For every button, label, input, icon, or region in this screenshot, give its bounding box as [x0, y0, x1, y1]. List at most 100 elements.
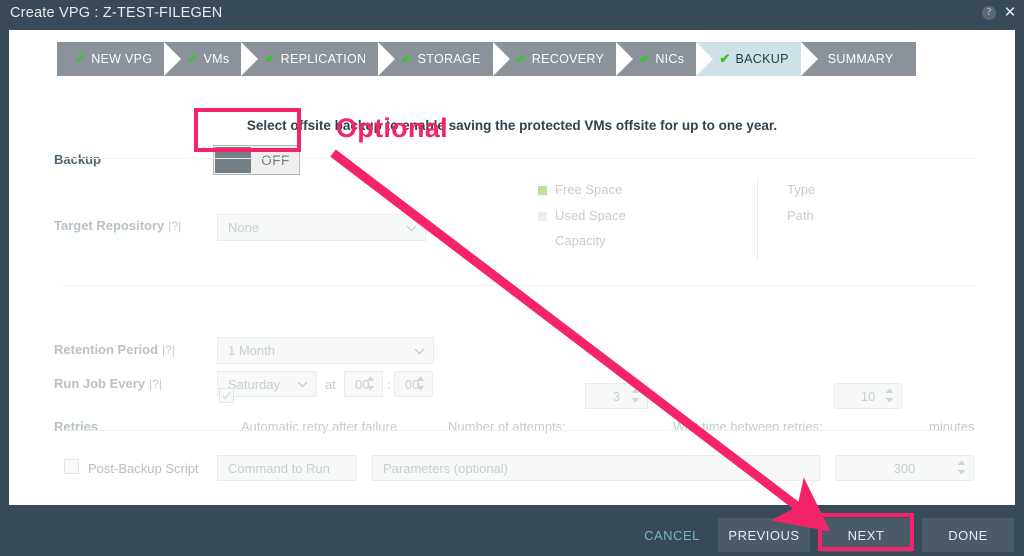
run-job-minute-input[interactable]: 00 — [394, 371, 433, 397]
spinner-arrows-icon[interactable] — [366, 376, 375, 391]
chevron-right-icon — [696, 42, 714, 76]
run-job-every-label: Run Job Every |?| — [54, 376, 162, 391]
post-backup-script-checkbox[interactable] — [64, 459, 79, 474]
capacity-label: Capacity — [555, 233, 606, 248]
chevron-down-icon — [406, 225, 417, 231]
next-button[interactable]: NEXT — [820, 518, 912, 552]
post-backup-script-label: Post-Backup Script — [88, 461, 199, 476]
wizard-step-summary[interactable]: SUMMARY — [801, 42, 916, 76]
dialog-footer: CANCEL PREVIOUS NEXT DONE — [0, 505, 1024, 556]
used-space-label: Used Space — [555, 208, 626, 223]
check-icon: ✔ — [187, 51, 199, 66]
divider-repository — [62, 285, 974, 286]
attempts-input[interactable]: 3 — [585, 383, 648, 409]
target-repository-value: None — [228, 220, 260, 235]
close-icon[interactable]: ✕ — [1003, 5, 1017, 20]
wizard-step-label: RECOVERY — [531, 52, 605, 66]
divider-retries — [62, 430, 974, 431]
check-icon: ✔ — [515, 51, 527, 66]
check-icon: ✔ — [719, 51, 731, 66]
run-job-every-label-text: Run Job Every — [54, 376, 146, 391]
spinner-arrows-icon[interactable] — [416, 376, 425, 391]
wizard-step-label: BACKUP — [735, 52, 789, 66]
wizard-step-new-vpg[interactable]: ✔ NEW VPG — [57, 42, 182, 76]
target-repository-select[interactable]: None — [217, 214, 426, 241]
free-space-swatch-icon — [538, 186, 547, 195]
path-label: Path — [787, 208, 814, 223]
check-icon: ✔ — [639, 51, 651, 66]
retention-period-select[interactable]: 1 Month — [217, 337, 434, 364]
command-to-run-input[interactable]: Command to Run — [217, 455, 357, 481]
previous-button[interactable]: PREVIOUS — [718, 518, 810, 552]
free-space-label: Free Space — [555, 182, 623, 197]
done-button[interactable]: DONE — [922, 518, 1014, 552]
backup-label: Backup — [54, 152, 101, 167]
dialog-titlebar: Create VPG : Z-TEST-FILEGEN ? ✕ — [0, 0, 1024, 30]
chevron-right-icon — [241, 42, 259, 76]
wizard-steps: ✔ NEW VPG ✔ VMs ✔ REPLICATION ✔ STORAGE … — [57, 42, 916, 76]
spinner-arrows-icon[interactable] — [957, 460, 966, 475]
stats-divider — [757, 178, 758, 260]
attempts-value: 3 — [612, 388, 621, 404]
dialog-body: ✔ NEW VPG ✔ VMs ✔ REPLICATION ✔ STORAGE … — [9, 30, 1015, 505]
help-indicator[interactable]: |?| — [162, 343, 175, 357]
create-vpg-dialog: Create VPG : Z-TEST-FILEGEN ? ✕ ✔ NEW VP… — [0, 0, 1024, 556]
automatic-retry-label: Automatic retry after failure — [241, 419, 398, 434]
at-label: at — [325, 377, 336, 392]
wait-time-value: 10 — [860, 388, 876, 404]
page-title: Create VPG : Z-TEST-FILEGEN — [10, 5, 223, 21]
cancel-button[interactable]: CANCEL — [643, 518, 701, 552]
check-icon: ✔ — [75, 51, 87, 66]
help-circle-icon[interactable]: ? — [982, 6, 996, 20]
check-icon: ✔ — [264, 51, 276, 66]
time-separator: : — [387, 377, 391, 392]
toggle-state-label: OFF — [261, 152, 290, 168]
spinner-arrows-icon[interactable] — [631, 388, 640, 403]
automatic-retry-checkbox[interactable] — [219, 388, 234, 403]
chevron-right-icon — [492, 42, 510, 76]
chevron-down-icon — [414, 348, 425, 354]
chevron-right-icon — [164, 42, 182, 76]
wizard-step-storage[interactable]: ✔ STORAGE — [379, 42, 510, 76]
retention-period-label: Retention Period |?| — [54, 342, 175, 357]
run-job-day-value: Saturday — [228, 376, 281, 392]
command-to-run-placeholder: Command to Run — [228, 460, 330, 476]
backup-toggle[interactable]: OFF — [213, 145, 300, 175]
target-repository-label: Target Repository |?| — [54, 218, 181, 233]
annotation-optional-label: Optional — [336, 113, 448, 144]
parameters-input[interactable]: Parameters (optional) — [372, 455, 820, 481]
wait-time-label: Wait time between retries: — [673, 419, 823, 434]
wait-time-unit: minutes — [929, 419, 975, 434]
retention-period-value: 1 Month — [228, 343, 275, 358]
help-indicator[interactable]: |?| — [149, 377, 162, 391]
used-space-swatch-icon — [538, 212, 547, 221]
run-job-hour-input[interactable]: 00 — [344, 371, 383, 397]
wizard-step-label: VMs — [203, 52, 230, 66]
toggle-knob — [215, 147, 251, 173]
chevron-right-icon — [378, 42, 396, 76]
chevron-right-icon — [800, 42, 818, 76]
type-label: Type — [787, 182, 816, 197]
wizard-step-recovery[interactable]: ✔ RECOVERY — [493, 42, 634, 76]
spinner-arrows-icon[interactable] — [885, 388, 894, 403]
wizard-step-label: NEW VPG — [91, 52, 153, 66]
help-indicator[interactable]: |?| — [168, 219, 181, 233]
retries-label: Retries — [54, 419, 99, 434]
titlebar-actions: ? ✕ — [982, 5, 1017, 20]
divider-backup — [62, 158, 974, 159]
wizard-step-label: SUMMARY — [827, 52, 894, 66]
script-timeout-value: 300 — [893, 460, 916, 476]
parameters-placeholder: Parameters (optional) — [383, 460, 508, 476]
wizard-step-replication[interactable]: ✔ REPLICATION — [242, 42, 396, 76]
retention-period-label-text: Retention Period — [54, 342, 159, 357]
attempts-label: Number of attempts: — [448, 419, 566, 434]
chevron-down-icon — [297, 381, 308, 388]
wait-time-input[interactable]: 10 — [834, 383, 902, 409]
wizard-step-label: NICs — [655, 52, 685, 66]
check-icon: ✔ — [401, 51, 413, 66]
annotation-optional-text: Optional — [336, 113, 448, 143]
script-timeout-input[interactable]: 300 — [835, 455, 974, 481]
wizard-step-label: REPLICATION — [280, 52, 367, 66]
chevron-right-icon — [616, 42, 634, 76]
target-repository-label-text: Target Repository — [54, 218, 165, 233]
